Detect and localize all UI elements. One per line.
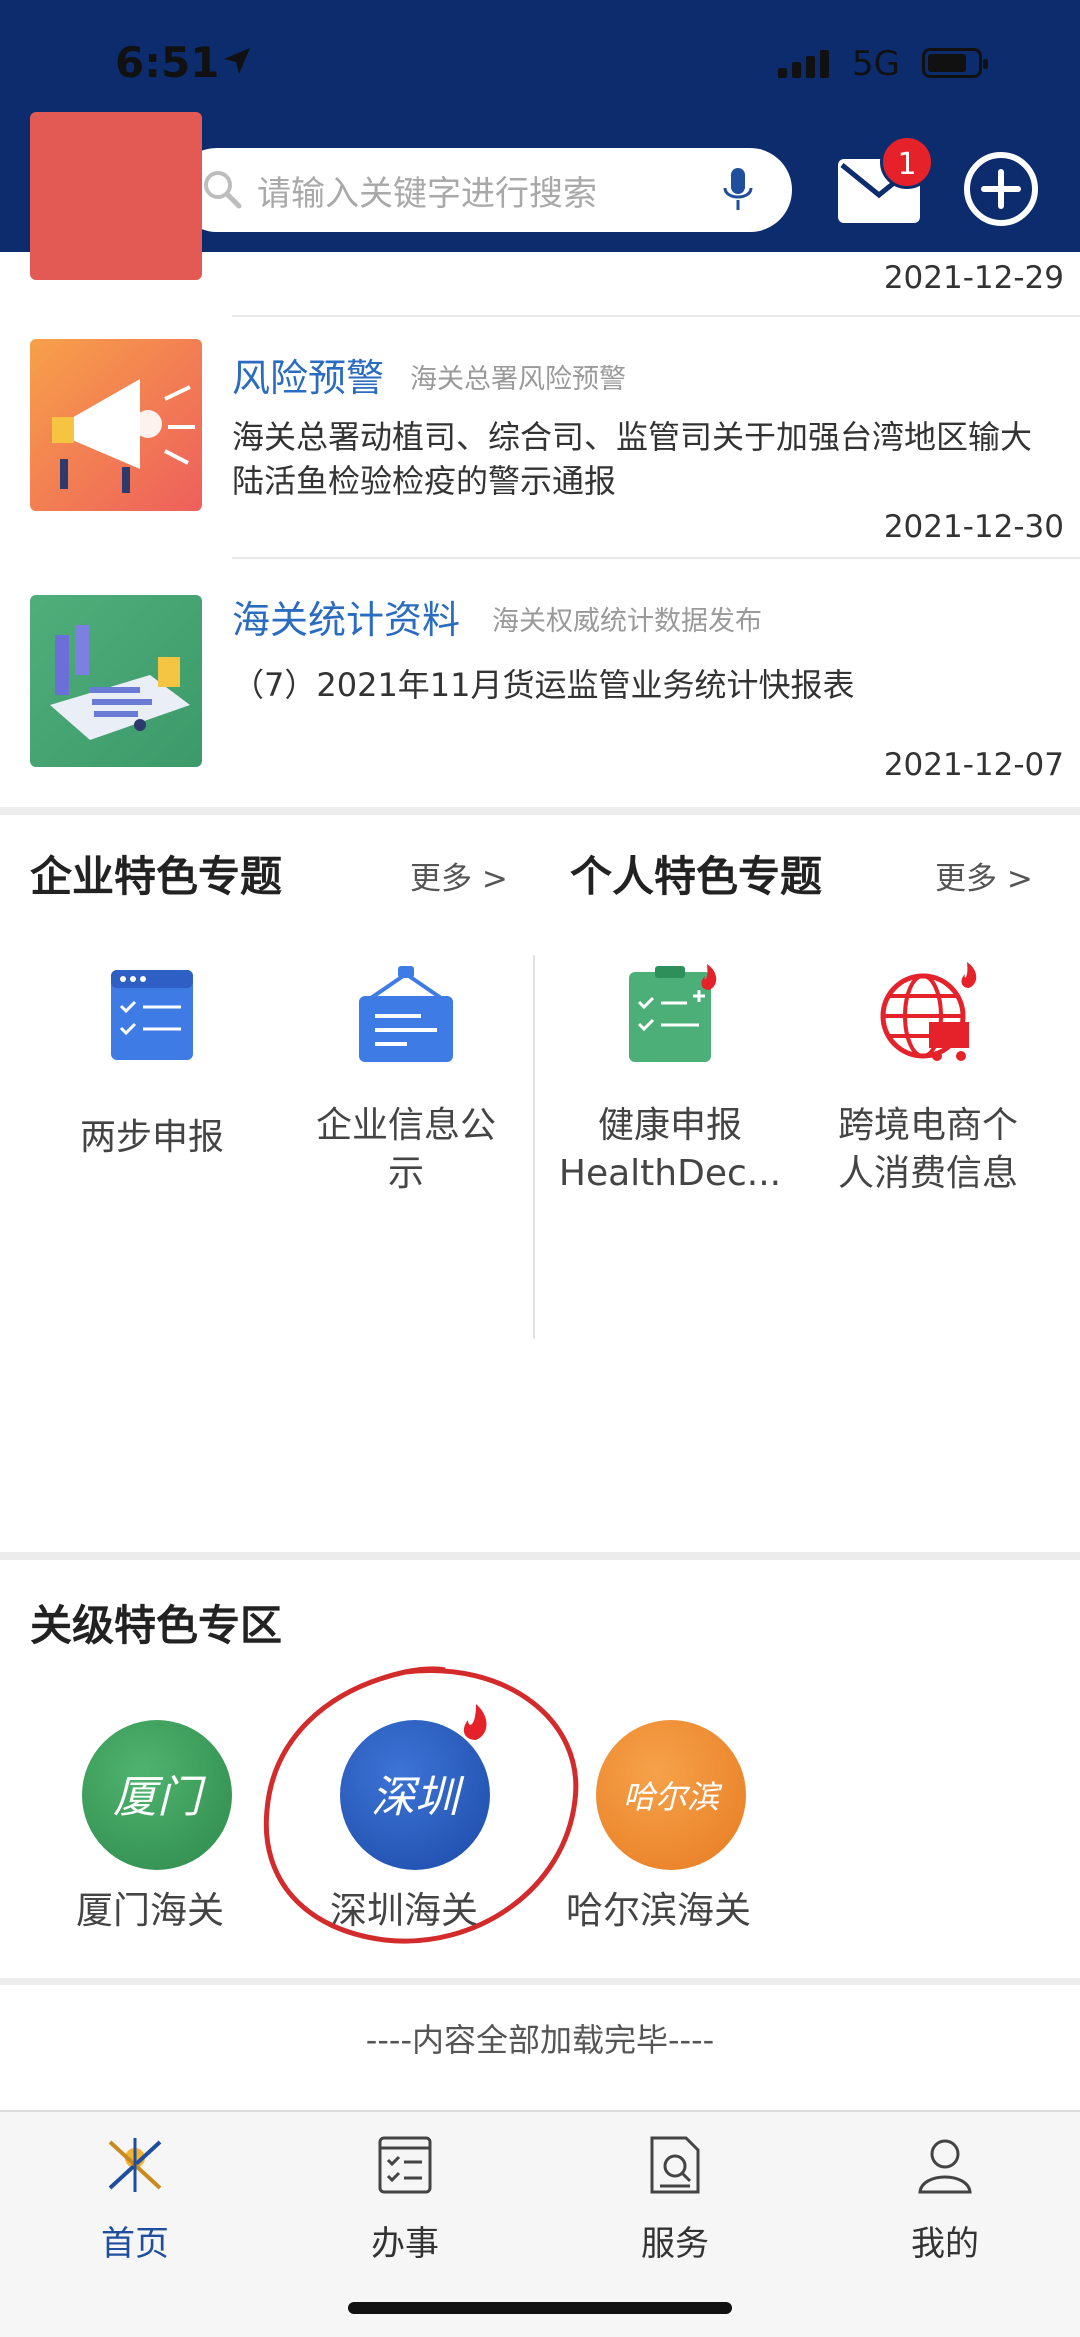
microphone-icon[interactable] [720, 166, 756, 214]
regional-customs-section: 关级特色专区 厦门 厦门海关 深圳 深圳海关 哈尔滨 哈尔滨海关 [0, 1560, 1080, 1980]
svg-text:哈尔滨: 哈尔滨 [623, 1778, 723, 1816]
search-placeholder: 请输入关键字进行搜索 [257, 174, 597, 214]
battery-icon [922, 48, 988, 78]
signal-icon [778, 50, 829, 78]
news-date: 2021-12-29 [883, 260, 1064, 296]
statistics-thumbnail-icon [30, 595, 202, 767]
nav-tasks[interactable]: 办事 [315, 2132, 495, 2265]
regional-title: 关级特色专区 [30, 1601, 283, 1650]
section-gap [0, 1552, 1080, 1560]
news-date: 2021-12-30 [883, 509, 1064, 545]
location-arrow-icon [224, 48, 250, 74]
nav-service[interactable]: 服务 [585, 2132, 765, 2265]
nav-home[interactable]: 首页 [45, 2132, 225, 2265]
network-type: 5G [852, 44, 900, 84]
regional-label: 哈尔滨海关 [566, 1889, 751, 1932]
status-bar: 6:51 5G [0, 0, 1080, 130]
news-item[interactable]: 海关统计资料 海关权威统计数据发布 （7）2021年11月货运监管业务统计快报表… [0, 559, 1080, 799]
tile-label: 企业信息公示 [315, 1105, 496, 1194]
tile-label: 跨境电商个人消费信息 [837, 1105, 1018, 1194]
megaphone-thumbnail-icon [30, 339, 202, 511]
enterprise-more-link[interactable]: 更多 > [410, 853, 508, 898]
red-circle-annotation [263, 1666, 579, 1944]
home-icon [108, 2138, 162, 2192]
tile-label: 两步申报 [79, 1117, 224, 1158]
news-item-partial[interactable]: 2021-12-29 [0, 112, 1080, 317]
nav-label: 我的 [911, 2224, 979, 2264]
tile-enterprise-info[interactable]: 企业信息公示 [296, 960, 516, 1198]
globe-cart-icon [880, 962, 977, 1061]
xiamen-customs-logo[interactable]: 厦门 [82, 1720, 232, 1870]
section-gap [0, 807, 1080, 815]
enterprise-topics-title: 企业特色专题 [30, 852, 283, 901]
column-divider [533, 955, 535, 1339]
nav-profile[interactable]: 我的 [855, 2132, 1035, 2265]
tile-health-declaration[interactable]: 健康申报HealthDec... [559, 960, 781, 1198]
news-body: 海关总署动植司、综合司、监管司关于加强台湾地区输大陆活鱼检验检疫的警示通报 [232, 418, 1033, 500]
news-thumbnail [30, 112, 202, 280]
mail-badge: 1 [880, 135, 934, 189]
status-time: 6:51 [115, 38, 220, 87]
search-bar[interactable]: 请输入关键字进行搜索 [175, 148, 792, 232]
nav-label: 首页 [101, 2224, 169, 2264]
news-item[interactable]: 风险预警 海关总署风险预警 海关总署动植司、综合司、监管司关于加强台湾地区输大陆… [0, 317, 1080, 557]
news-subtitle: 海关总署风险预警 [410, 364, 626, 395]
nav-label: 服务 [641, 2224, 709, 2264]
tasks-icon [378, 2136, 432, 2194]
news-title: 海关统计资料 [232, 598, 461, 642]
svg-text:厦门: 厦门 [113, 1772, 206, 1823]
news-list: 2021-12-29 风险预警 海关总署风险预警 海关总署动植司、综合司、监管司… [0, 112, 1080, 807]
load-complete-note: ----内容全部加载完毕---- [0, 1985, 1080, 2105]
tile-label: 健康申报HealthDec... [558, 1105, 782, 1194]
home-indicator[interactable] [348, 2302, 732, 2314]
profile-icon [918, 2139, 972, 2194]
news-body: （7）2021年11月货运监管业务统计快报表 [232, 666, 855, 704]
notice-board-icon [359, 966, 453, 1062]
add-icon[interactable] [962, 150, 1040, 228]
tile-cross-border-ecommerce[interactable]: 跨境电商个人消费信息 [818, 960, 1038, 1198]
news-date: 2021-12-07 [883, 747, 1064, 783]
regional-label: 厦门海关 [76, 1889, 224, 1932]
checklist-icon [111, 970, 193, 1060]
personal-topics-title: 个人特色专题 [570, 852, 823, 901]
app-screen: 6:51 5G 请输入关键字进行搜索 1 2021-12-29 风险预警 海关总… [0, 0, 1080, 2337]
special-topics-section: 企业特色专题 更多 > 个人特色专题 更多 > 两步申报 企业信息公示 健康申报… [0, 815, 1080, 1555]
harbin-customs-logo[interactable]: 哈尔滨 [596, 1720, 746, 1870]
nav-label: 办事 [371, 2224, 439, 2264]
service-icon [650, 2136, 700, 2194]
health-form-icon [629, 964, 717, 1062]
news-subtitle: 海关权威统计数据发布 [492, 606, 762, 637]
news-title: 风险预警 [232, 356, 385, 400]
tile-two-step-declaration[interactable]: 两步申报 [42, 960, 262, 1162]
personal-more-link[interactable]: 更多 > [935, 853, 1033, 898]
search-icon [204, 171, 242, 209]
